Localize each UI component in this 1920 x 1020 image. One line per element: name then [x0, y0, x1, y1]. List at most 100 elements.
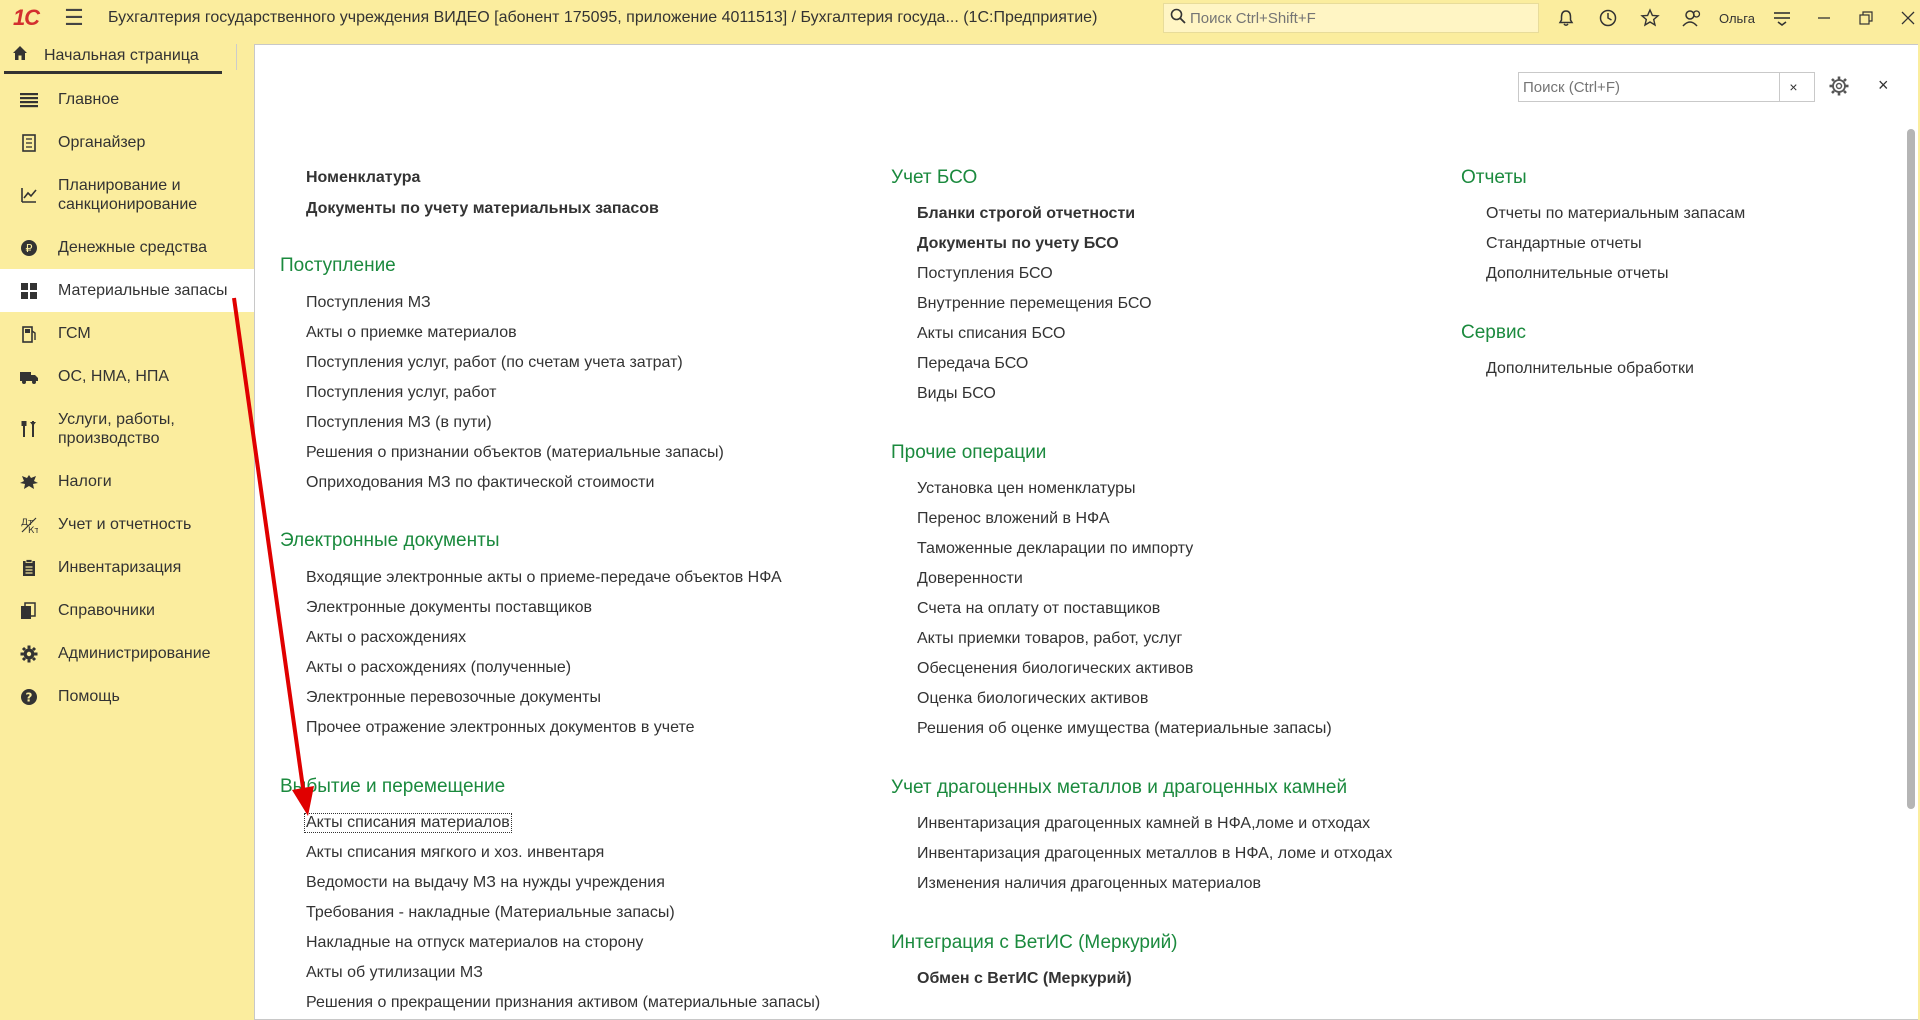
minimize-icon[interactable]: [1803, 0, 1845, 36]
link-receipt[interactable]: Поступления МЗ (в пути): [306, 414, 492, 432]
sidebar-item-admin[interactable]: Администрирование: [0, 632, 254, 675]
link-edocs[interactable]: Входящие электронные акты о приеме-перед…: [306, 569, 782, 587]
sidebar-item-label: Налоги: [58, 473, 112, 490]
global-search-input[interactable]: [1190, 9, 1520, 27]
history-icon[interactable]: [1587, 0, 1629, 36]
link-other-ops[interactable]: Решения об оценке имущества (материальны…: [917, 720, 1332, 738]
restore-icon[interactable]: [1845, 0, 1887, 36]
sidebar-item-label: Планирование и санкционирование: [58, 177, 198, 213]
link-disposal[interactable]: Решения о прекращении признания активом …: [306, 994, 820, 1012]
sidebar-item-references[interactable]: Справочники: [0, 589, 254, 632]
panel-search-field[interactable]: ×: [1518, 72, 1815, 102]
link-edocs[interactable]: Электронные перевозочные документы: [306, 689, 601, 707]
link-receipt[interactable]: Акты о приемке материалов: [306, 324, 517, 342]
coin-icon: ₽: [0, 239, 58, 257]
link-precious[interactable]: Инвентаризация драгоценных камней в НФА,…: [917, 815, 1370, 833]
link-edocs[interactable]: Акты о расхождениях (полученные): [306, 659, 571, 677]
link-precious[interactable]: Изменения наличия драгоценных материалов: [917, 875, 1261, 893]
vertical-scrollbar[interactable]: [1903, 109, 1917, 1009]
sidebar-item-materials[interactable]: Материальные запасы: [0, 269, 254, 312]
global-search-field[interactable]: [1163, 3, 1539, 33]
sidebar-item-label: Услуги, работы, производство: [58, 411, 175, 447]
link-material-documents[interactable]: Документы по учету материальных запасов: [306, 200, 659, 218]
link-other-ops[interactable]: Доверенности: [917, 570, 1023, 588]
link-other-ops[interactable]: Таможенные декларации по импорту: [917, 540, 1193, 558]
sidebar-item-money[interactable]: ₽ Денежные средства: [0, 226, 254, 269]
link-disposal[interactable]: Ведомости на выдачу МЗ на нужды учрежден…: [306, 874, 665, 892]
panel-settings-icon[interactable]: [1828, 75, 1850, 103]
sidebar-item-help[interactable]: ? Помощь: [0, 675, 254, 718]
link-bso[interactable]: Документы по учету БСО: [917, 235, 1119, 253]
sidebar-item-label: Главное: [58, 91, 120, 108]
link-reports[interactable]: Стандартные отчеты: [1486, 235, 1642, 253]
link-edocs[interactable]: Электронные документы поставщиков: [306, 599, 592, 617]
search-icon: [1170, 8, 1186, 29]
tab-home[interactable]: Начальная страница: [4, 40, 222, 74]
sidebar-item-label: Материальные запасы: [58, 282, 228, 299]
link-bso[interactable]: Виды БСО: [917, 385, 996, 403]
users-icon[interactable]: [1671, 0, 1713, 36]
sidebar-item-label: Инвентаризация: [58, 559, 182, 576]
link-disposal[interactable]: Требования - накладные (Материальные зап…: [306, 904, 675, 922]
settings-lines-icon[interactable]: [1761, 0, 1803, 36]
1c-logo[interactable]: 1С: [0, 0, 52, 36]
section-heading-service: Сервис: [1461, 322, 1527, 343]
link-other-ops[interactable]: Установка цен номенклатуры: [917, 480, 1136, 498]
link-bso[interactable]: Внутренние перемещения БСО: [917, 295, 1152, 313]
sections-panel: Главное Органайзер Планирование и санкци…: [0, 78, 254, 1020]
sidebar-item-taxes[interactable]: Налоги: [0, 460, 254, 503]
link-other-ops[interactable]: Обесценения биологических активов: [917, 660, 1193, 678]
link-disposal[interactable]: Акты об утилизации МЗ: [306, 964, 483, 982]
link-other-ops[interactable]: Счета на оплату от поставщиков: [917, 600, 1160, 618]
link-vetis-exchange[interactable]: Обмен с ВетИС (Меркурий): [917, 970, 1132, 988]
link-other-ops[interactable]: Акты приемки товаров, работ, услуг: [917, 630, 1182, 648]
bell-icon[interactable]: [1545, 0, 1587, 36]
link-receipt[interactable]: Оприходования МЗ по фактической стоимост…: [306, 474, 654, 492]
panel-close-icon[interactable]: ×: [1878, 75, 1889, 96]
link-bso[interactable]: Бланки строгой отчетности: [917, 205, 1135, 223]
link-receipt[interactable]: Поступления услуг, работ: [306, 384, 496, 402]
tools-icon: [0, 420, 58, 438]
link-service[interactable]: Дополнительные обработки: [1486, 360, 1694, 378]
link-edocs[interactable]: Акты о расхождениях: [306, 629, 466, 647]
fuel-icon: [0, 325, 58, 343]
sidebar-item-label: Денежные средства: [58, 239, 207, 256]
link-nomenclature[interactable]: Номенклатура: [306, 169, 420, 187]
svg-text:?: ?: [26, 690, 33, 704]
current-user[interactable]: Ольга: [1713, 11, 1761, 26]
link-write-off-materials[interactable]: Акты списания материалов: [304, 813, 512, 833]
close-window-icon[interactable]: [1887, 0, 1920, 36]
sidebar-item-main[interactable]: Главное: [0, 78, 254, 121]
link-disposal[interactable]: Акты списания мягкого и хоз. инвентаря: [306, 844, 604, 862]
link-receipt[interactable]: Поступления МЗ: [306, 294, 431, 312]
clear-search-icon[interactable]: ×: [1779, 73, 1807, 101]
sidebar-item-fuel[interactable]: ГСМ: [0, 312, 254, 355]
link-bso[interactable]: Поступления БСО: [917, 265, 1053, 283]
link-disposal[interactable]: Накладные на отпуск материалов на сторон…: [306, 934, 643, 952]
link-other-ops[interactable]: Перенос вложений в НФА: [917, 510, 1109, 528]
sidebar-item-planning[interactable]: Планирование и санкционирование: [0, 164, 254, 226]
link-bso[interactable]: Акты списания БСО: [917, 325, 1065, 343]
section-heading-bso: Учет БСО: [891, 167, 978, 188]
books-icon: [0, 601, 58, 620]
main-menu-icon[interactable]: ☰: [52, 0, 96, 36]
gear-icon: [0, 645, 58, 663]
svg-text:Кт: Кт: [28, 526, 38, 534]
link-precious[interactable]: Инвентаризация драгоценных металлов в НФ…: [917, 845, 1392, 863]
sidebar-item-inventory[interactable]: Инвентаризация: [0, 546, 254, 589]
link-receipt[interactable]: Поступления услуг, работ (по счетам учет…: [306, 354, 683, 372]
panel-search-input[interactable]: [1519, 78, 1779, 96]
link-receipt[interactable]: Решения о признании объектов (материальн…: [306, 444, 724, 462]
link-reports[interactable]: Дополнительные отчеты: [1486, 265, 1669, 283]
scrollbar-thumb[interactable]: [1907, 129, 1915, 809]
sidebar-item-services[interactable]: Услуги, работы, производство: [0, 398, 254, 460]
link-other-ops[interactable]: Оценка биологических активов: [917, 690, 1148, 708]
sidebar-item-accounting[interactable]: Дт Кт Учет и отчетность: [0, 503, 254, 546]
star-icon[interactable]: [1629, 0, 1671, 36]
link-bso[interactable]: Передача БСО: [917, 355, 1028, 373]
sidebar-item-fixed-assets[interactable]: ОС, НМА, НПА: [0, 355, 254, 398]
sidebar-item-organizer[interactable]: Органайзер: [0, 121, 254, 164]
link-reports[interactable]: Отчеты по материальным запасам: [1486, 205, 1745, 223]
link-edocs[interactable]: Прочее отражение электронных документов …: [306, 719, 695, 737]
tab-other[interactable]: [236, 44, 252, 70]
